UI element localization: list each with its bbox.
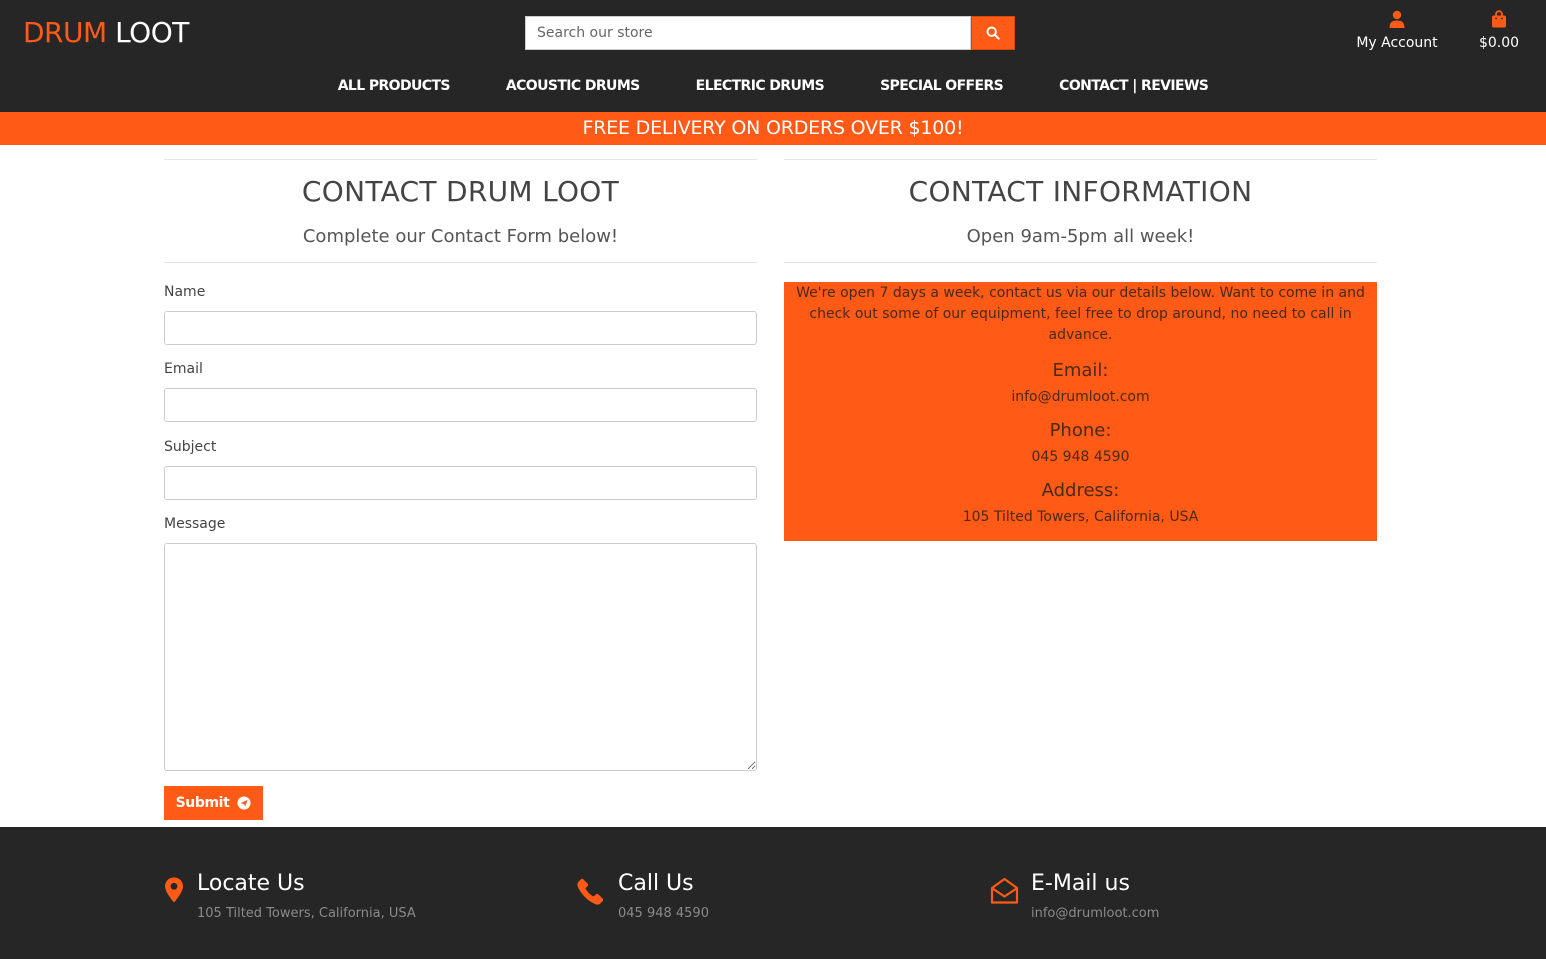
nav-item-contact-reviews[interactable]: CONTACT | REVIEWS [1059,72,1209,102]
nav-item-acoustic-drums[interactable]: ACOUSTIC DRUMS [506,72,640,102]
email-heading: Email: [1052,360,1109,381]
email-field[interactable] [164,388,757,422]
divider [164,262,757,263]
search-input[interactable] [525,16,971,50]
message-label: Message [164,516,226,532]
nav-item-electric-drums[interactable]: ELECTRIC DRUMS [696,72,825,102]
contact-info-subtitle: Open 9am-5pm all week! [966,226,1195,247]
footer-locate-text: 105 Tilted Towers, California, USA [197,906,416,921]
site-footer: Locate Us 105 Tilted Towers, California,… [0,827,1546,959]
logo-text-loot: LOOT [115,16,189,49]
footer-email-title: E-Mail us [1031,871,1130,896]
address-value: 105 Tilted Towers, California, USA [962,509,1199,525]
nav-item-all-products[interactable]: ALL PRODUCTS [338,72,451,102]
footer-call-text: 045 948 4590 [618,906,709,921]
contact-form-subtitle: Complete our Contact Form below! [302,226,619,247]
phone-icon [577,878,604,905]
name-field-group: Name [164,283,757,345]
submit-label: Submit [175,795,230,811]
site-header: DRUM LOOT My Account $0.00 ALL PRODUCTS … [0,0,1546,112]
site-logo[interactable]: DRUM LOOT [23,16,189,50]
name-field[interactable] [164,311,757,345]
email-field-group: Email [164,360,757,422]
subject-field[interactable] [164,466,757,500]
footer-locate-title: Locate Us [197,871,305,896]
message-field[interactable] [164,543,757,771]
footer-call-title: Call Us [618,871,694,896]
search-button[interactable] [971,16,1015,50]
free-delivery-banner: FREE DELIVERY ON ORDERS OVER $100! [0,112,1546,145]
contact-info-intro: We're open 7 days a week, contact us via… [796,285,1365,343]
subject-label: Subject [164,439,217,455]
contact-info-section: CONTACT INFORMATION Open 9am-5pm all wee… [784,159,1377,541]
logo-text-drum: DRUM [23,16,107,49]
cart-link[interactable]: $0.00 [1470,10,1528,52]
phone-value: 045 948 4590 [1031,449,1130,465]
paper-plane-icon [237,796,251,810]
footer-email-text[interactable]: info@drumloot.com [1031,905,1159,923]
email-label: Email [164,361,203,377]
contact-info-box: We're open 7 days a week, contact us via… [784,282,1377,541]
user-icon [1389,10,1405,28]
map-marker-icon [165,877,183,903]
nav-item-special-offers[interactable]: SPECIAL OFFERS [880,72,1004,102]
shopping-bag-icon [1492,10,1506,28]
my-account-label: My Account [1356,35,1438,51]
cart-total: $0.00 [1478,35,1520,51]
divider [164,159,757,160]
search-bar [525,16,1015,50]
phone-heading: Phone: [1049,420,1112,441]
divider [784,262,1377,263]
name-label: Name [164,284,206,300]
contact-form-section: CONTACT DRUM LOOT Complete our Contact F… [164,159,757,820]
search-icon [986,26,1000,40]
message-field-group: Message [164,515,757,771]
address-heading: Address: [1041,480,1120,501]
submit-button[interactable]: Submit [164,786,263,820]
envelope-open-icon [990,877,1019,904]
divider [784,159,1377,160]
contact-info-title: CONTACT INFORMATION [908,175,1253,208]
my-account-link[interactable]: My Account [1352,10,1442,52]
subject-field-group: Subject [164,438,757,500]
contact-form-title: CONTACT DRUM LOOT [301,175,620,208]
email-value: info@drumloot.com [1011,389,1150,405]
main-nav: ALL PRODUCTS ACOUSTIC DRUMS ELECTRIC DRU… [0,72,1546,102]
